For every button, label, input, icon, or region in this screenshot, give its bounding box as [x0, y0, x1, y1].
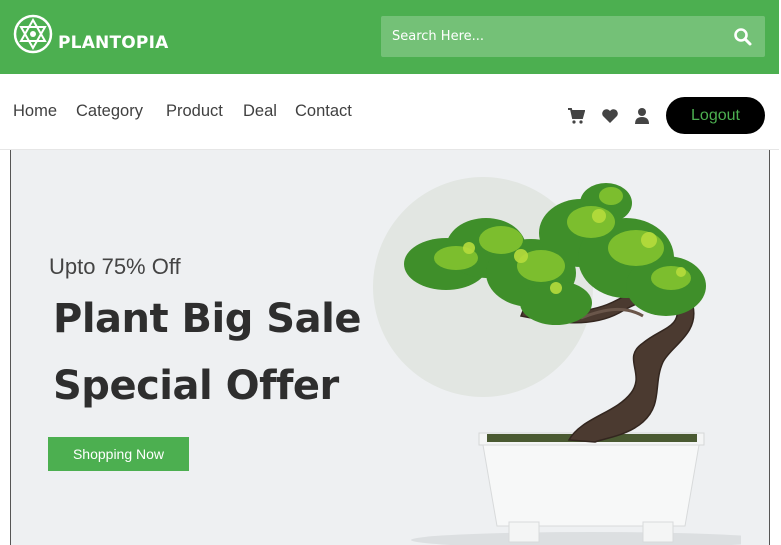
- hero-discount-text: Upto 75% Off: [49, 254, 181, 279]
- hero-banner: Upto 75% Off Plant Big Sale Special Offe…: [10, 150, 770, 545]
- nav-link-contact[interactable]: Contact: [295, 102, 352, 121]
- search-bar: [381, 16, 765, 57]
- hero-title-line2: Special Offer: [53, 363, 339, 409]
- search-input[interactable]: [381, 16, 701, 57]
- nav-link-home[interactable]: Home: [13, 102, 57, 121]
- logout-button[interactable]: Logout: [666, 97, 765, 134]
- nav-link-product[interactable]: Product: [166, 102, 223, 121]
- cart-icon[interactable]: [567, 107, 585, 125]
- search-icon[interactable]: [733, 27, 753, 47]
- hero-title-line1: Plant Big Sale: [53, 296, 361, 342]
- nav-link-category[interactable]: Category: [76, 102, 143, 121]
- top-header: PLANTOPIA: [0, 0, 779, 74]
- plant-logo-icon[interactable]: [13, 14, 53, 54]
- shopping-now-button[interactable]: Shopping Now: [48, 437, 189, 471]
- nav-bar: Home Category Product Deal Contact Logou…: [0, 74, 779, 150]
- nav-link-deal[interactable]: Deal: [243, 102, 277, 121]
- brand-name[interactable]: PLANTOPIA: [58, 33, 168, 53]
- user-icon[interactable]: [633, 107, 651, 125]
- bonsai-tree-image: [404, 183, 741, 545]
- heart-icon[interactable]: [601, 107, 619, 125]
